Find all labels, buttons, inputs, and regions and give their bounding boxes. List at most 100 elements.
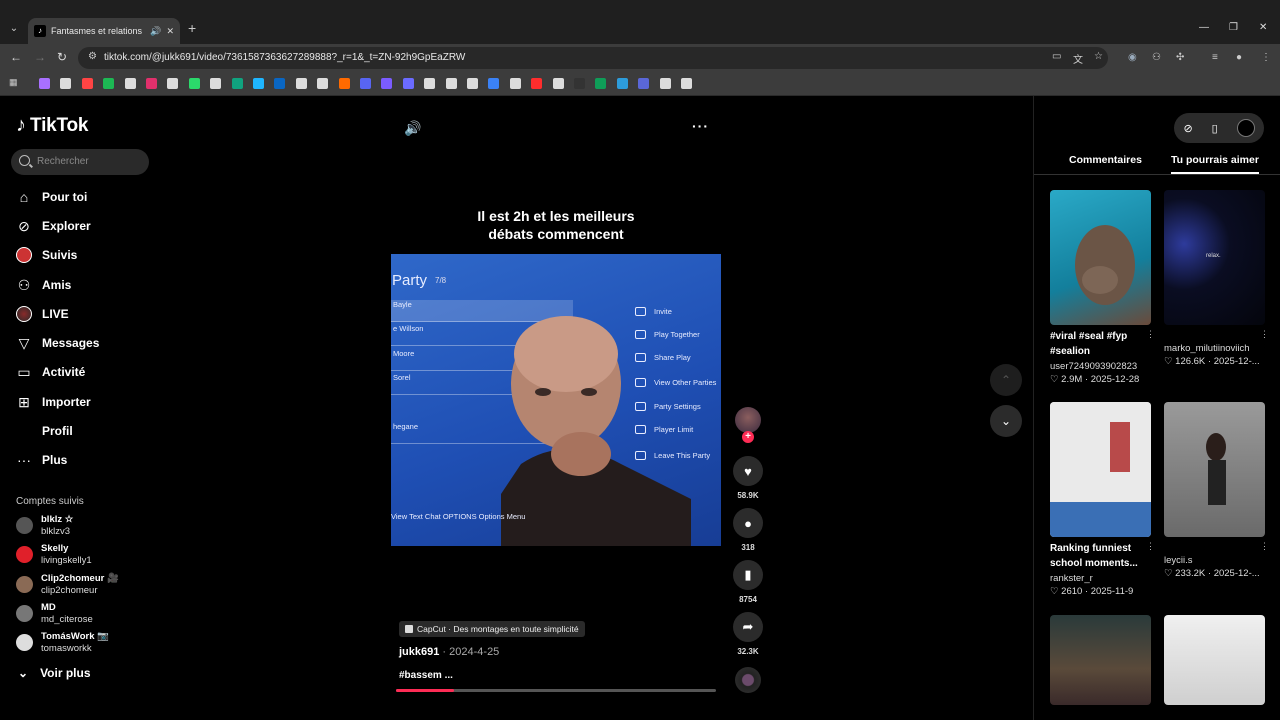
back-arrow-icon[interactable]: ←: [10, 50, 22, 64]
bookmark-icon[interactable]: [552, 78, 564, 89]
nav-amis[interactable]: ⚇ Amis: [16, 275, 72, 295]
bookmark-icon[interactable]: [124, 78, 136, 89]
address-bar[interactable]: ⚙ tiktok.com/@jukk691/video/736158736362…: [78, 47, 1108, 69]
bookmark-icon[interactable]: [60, 78, 72, 89]
volume-icon[interactable]: 🔊: [404, 120, 421, 137]
more-options-icon[interactable]: ···: [692, 118, 709, 134]
forward-arrow-icon[interactable]: →: [34, 50, 46, 64]
apps-grid-icon[interactable]: ▦: [9, 77, 20, 88]
suggested-video-card[interactable]: [1164, 615, 1265, 705]
bookmark-icon[interactable]: [574, 78, 585, 89]
close-window-button[interactable]: ✕: [1259, 22, 1267, 33]
nav-messages[interactable]: ▽ Messages: [16, 333, 100, 353]
nav-plus[interactable]: ··· Plus: [16, 450, 67, 470]
follow-plus-icon[interactable]: +: [742, 431, 754, 443]
bookmark-icon[interactable]: [295, 78, 307, 89]
extensions-puzzle-icon[interactable]: ✣: [1176, 52, 1184, 63]
nav-profil[interactable]: Profil: [16, 421, 73, 441]
minimize-button[interactable]: —: [1199, 22, 1209, 33]
bookmark-icon[interactable]: [488, 78, 500, 89]
nav-suivis[interactable]: Suivis: [16, 245, 77, 265]
share-button[interactable]: ➦ 32.3K: [733, 612, 763, 656]
bookmark-icon[interactable]: [274, 78, 286, 89]
bookmark-icon[interactable]: [360, 78, 371, 89]
video-meta: jukk691 · 2024-4-25: [399, 646, 499, 658]
bookmark-icon[interactable]: [210, 78, 222, 89]
progress-fill: [396, 689, 454, 692]
nav-explorer[interactable]: ⊘ Explorer: [16, 216, 91, 236]
bookmark-icon[interactable]: [595, 78, 607, 89]
tab-search-button[interactable]: ⌄: [6, 20, 22, 38]
new-tab-button[interactable]: +: [188, 20, 196, 36]
bookmark-icon[interactable]: [103, 78, 115, 89]
bookmark-icon[interactable]: [338, 78, 350, 89]
card-options-icon[interactable]: ⋮: [1260, 541, 1269, 552]
bookmark-icon[interactable]: [531, 78, 543, 89]
music-disc-icon[interactable]: [735, 667, 761, 693]
media-control-icon[interactable]: ≡: [1212, 52, 1218, 63]
card-options-icon[interactable]: ⋮: [1146, 541, 1155, 552]
dark-mode-toggle[interactable]: [1236, 119, 1255, 137]
author-username[interactable]: jukk691: [399, 646, 439, 658]
bookmark-icon[interactable]: [253, 78, 264, 89]
compass-icon[interactable]: ⊘: [1183, 122, 1192, 135]
account-avatar-icon[interactable]: ●: [1236, 52, 1242, 63]
bookmark-icon[interactable]: [638, 78, 650, 89]
nav-live[interactable]: LIVE: [16, 304, 69, 324]
reload-icon[interactable]: ↻: [57, 50, 67, 64]
suggested-video-card[interactable]: [1050, 615, 1151, 705]
card-options-icon[interactable]: ⋮: [1146, 329, 1155, 340]
suggested-video-card[interactable]: #viral #seal #fyp #sealion ⋮ user7249093…: [1050, 190, 1155, 385]
bookmark-icon[interactable]: [616, 78, 628, 89]
bookmark-icon[interactable]: [317, 78, 329, 89]
browser-tab-active[interactable]: ♪ Fantasmes et relations : oser 🔊 ✕: [28, 18, 180, 44]
close-tab-icon[interactable]: ✕: [166, 26, 174, 37]
browser-menu-icon[interactable]: ⋮: [1261, 52, 1271, 63]
nav-pour-toi[interactable]: ⌂ Pour toi: [16, 187, 88, 207]
tab-comments[interactable]: Commentaires: [1069, 154, 1142, 166]
tiktok-logo[interactable]: ♪ TikTok: [16, 114, 88, 137]
bookmark-icon[interactable]: [81, 78, 93, 89]
comment-button[interactable]: ● 318: [733, 508, 763, 552]
bookmark-icon[interactable]: [381, 78, 393, 89]
bookmark-icon[interactable]: [659, 78, 671, 89]
bookmark-icon[interactable]: [231, 78, 243, 89]
maximize-button[interactable]: ❐: [1229, 22, 1238, 33]
install-app-icon[interactable]: ▭: [1052, 51, 1061, 62]
like-button[interactable]: ♥ 58.9K: [733, 456, 763, 500]
next-video-button[interactable]: ⌄: [990, 405, 1022, 437]
bookmark-icon[interactable]: [424, 78, 436, 89]
profile-switch-icon[interactable]: ⚇: [1152, 52, 1161, 63]
bookmark-icon[interactable]: [167, 78, 179, 89]
search-input[interactable]: Rechercher: [11, 149, 149, 175]
see-more-button[interactable]: ⌄ Voir plus: [18, 666, 91, 680]
bookmark-star-icon[interactable]: ☆: [1094, 51, 1103, 62]
bookmark-icon[interactable]: [188, 78, 200, 89]
bookmark-icon[interactable]: [509, 78, 521, 89]
save-button[interactable]: ▮ 8754: [733, 560, 763, 604]
bookmark-icon[interactable]: [39, 78, 50, 89]
video-description[interactable]: #bassem ...: [399, 670, 453, 681]
bookmark-icon[interactable]: [681, 78, 692, 89]
nav-importer[interactable]: ⊞ Importer: [16, 392, 91, 412]
nav-activite[interactable]: ▭ Activité: [16, 362, 85, 382]
creator-avatar[interactable]: [735, 407, 761, 433]
suggested-video-card[interactable]: Ranking funniest school moments... ⋮ ran…: [1050, 402, 1155, 597]
speaker-icon[interactable]: 🔊: [150, 26, 161, 37]
site-info-icon[interactable]: ⚙: [88, 51, 97, 62]
extension-icon[interactable]: ◉: [1128, 52, 1137, 63]
suggested-video-card[interactable]: relax. ⋮ marko_milutiinoviich ♡ 126.6K ·…: [1164, 190, 1269, 367]
video-player[interactable]: Party 7/8 Bayle e Willson Moore Sorel he…: [391, 254, 721, 546]
bookmark-icon[interactable]: [445, 78, 457, 89]
capcut-anchor[interactable]: CapCut · Des montages en toute simplicit…: [399, 621, 585, 637]
translate-icon[interactable]: 文: [1073, 51, 1083, 66]
bookmark-icon[interactable]: [146, 78, 157, 89]
previous-video-button[interactable]: ⌃: [990, 364, 1022, 396]
device-icon[interactable]: ▯: [1212, 122, 1218, 135]
bookmark-icon[interactable]: [467, 78, 478, 89]
card-options-icon[interactable]: ⋮: [1260, 329, 1269, 340]
bookmark-icon[interactable]: [402, 78, 414, 89]
tab-suggested[interactable]: Tu pourrais aimer: [1171, 154, 1259, 174]
suggested-video-card[interactable]: ⋮ leycii.s ♡ 233.2K · 2025-12-...: [1164, 402, 1269, 579]
video-progress-bar[interactable]: [396, 689, 716, 692]
